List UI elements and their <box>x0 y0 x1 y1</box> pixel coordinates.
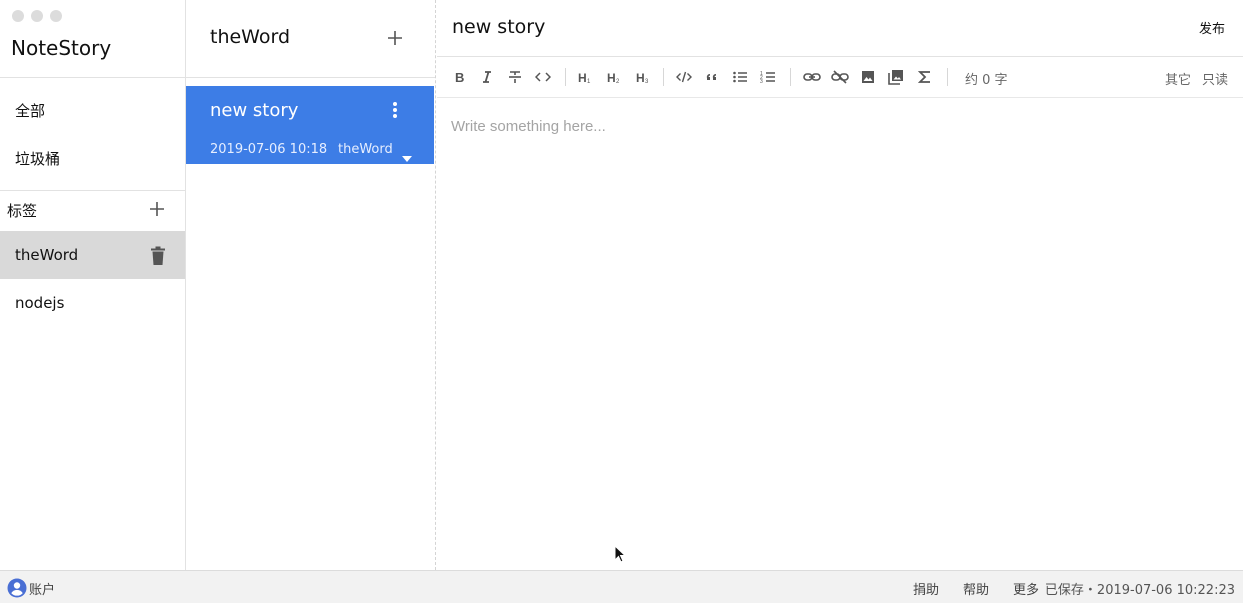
svg-text:H: H <box>607 71 616 84</box>
heading3-button[interactable]: H 3 <box>633 67 653 87</box>
plus-icon <box>150 202 164 216</box>
heading3-icon: H 3 <box>636 71 649 84</box>
editor-title[interactable]: new story <box>452 16 545 38</box>
divider <box>437 97 1243 98</box>
editor-toolbar: B H 1 H 2 H 3 1 2 3 约 0 字 其它 只读 <box>437 57 1243 97</box>
bold-icon: B <box>455 70 464 84</box>
account-button[interactable]: 账户 <box>7 578 55 598</box>
status-bar: 账户 捐助 帮助 更多 已保存・2019-07-06 10:22:23 <box>0 570 1243 603</box>
minimize-window-button[interactable] <box>31 10 43 22</box>
tag-label: nodejs <box>15 294 65 312</box>
image-button[interactable] <box>858 67 878 87</box>
note-tag-dropdown[interactable] <box>402 147 412 162</box>
word-count: 约 0 字 <box>965 73 1008 88</box>
inline-code-icon <box>535 72 551 82</box>
help-link[interactable]: 帮助 <box>963 579 989 598</box>
code-block-icon <box>676 71 692 83</box>
note-list-panel: theWord new story 2019-07-06 10:18 theWo… <box>186 0 436 570</box>
sidebar-item-all[interactable]: 全部 <box>15 100 45 121</box>
account-icon <box>7 578 27 598</box>
app-title: NoteStory <box>11 36 112 60</box>
note-list-item[interactable]: new story 2019-07-06 10:18 theWord <box>186 86 434 164</box>
heading2-icon: H 2 <box>607 71 620 84</box>
readonly-toggle[interactable]: 只读 <box>1202 69 1228 88</box>
add-note-button[interactable] <box>384 27 406 49</box>
note-menu-button[interactable] <box>390 101 400 121</box>
heading1-button[interactable]: H 1 <box>575 67 595 87</box>
bold-button[interactable]: B <box>449 67 469 87</box>
caret-down-icon <box>402 156 412 162</box>
heading2-button[interactable]: H 2 <box>604 67 624 87</box>
note-title: new story <box>210 100 299 121</box>
toolbar-separator <box>663 68 664 86</box>
other-menu-button[interactable]: 其它 <box>1165 69 1191 88</box>
tag-item-nodejs[interactable]: nodejs <box>0 279 185 327</box>
svg-text:3: 3 <box>645 79 649 84</box>
image-icon <box>862 71 874 83</box>
unlink-icon <box>831 70 849 84</box>
trash-icon <box>151 246 165 265</box>
gallery-button[interactable] <box>886 67 906 87</box>
toolbar-separator <box>947 68 948 86</box>
divider <box>0 77 186 78</box>
editor-panel: new story 发布 B H 1 H 2 H 3 1 2 3 约 0 字 其… <box>437 0 1243 570</box>
account-label: 账户 <box>29 582 56 598</box>
heading1-icon: H 1 <box>578 71 591 84</box>
mouse-cursor-icon <box>614 545 626 563</box>
delete-tag-button[interactable] <box>149 246 167 266</box>
note-tag: theWord <box>338 142 393 157</box>
plus-icon <box>388 31 402 45</box>
svg-text:B: B <box>455 70 464 84</box>
svg-text:3: 3 <box>760 79 763 84</box>
tags-header: 标签 <box>7 202 38 220</box>
tag-item-theword[interactable]: theWord <box>0 231 185 279</box>
divider <box>0 190 186 191</box>
zoom-window-button[interactable] <box>50 10 62 22</box>
italic-button[interactable] <box>477 67 497 87</box>
formula-button[interactable] <box>915 67 935 87</box>
sidebar: NoteStory 全部 垃圾桶 标签 theWord nodejs <box>0 0 186 570</box>
add-tag-button[interactable] <box>146 198 168 220</box>
strikethrough-button[interactable] <box>505 67 525 87</box>
svg-text:H: H <box>578 71 587 84</box>
italic-icon <box>483 71 491 83</box>
link-icon <box>803 73 821 81</box>
ordered-list-button[interactable]: 1 2 3 <box>758 67 778 87</box>
svg-text:H: H <box>636 71 645 84</box>
inline-code-button[interactable] <box>533 67 553 87</box>
bullet-list-button[interactable] <box>730 67 750 87</box>
svg-text:1: 1 <box>587 79 591 84</box>
link-button[interactable] <box>802 67 822 87</box>
save-status: 已保存・2019-07-06 10:22:23 <box>1044 583 1235 598</box>
quote-button[interactable] <box>702 67 722 87</box>
publish-button[interactable]: 发布 <box>1199 18 1225 37</box>
note-list-title: theWord <box>210 26 291 48</box>
more-vertical-icon <box>393 102 397 118</box>
svg-text:2: 2 <box>616 79 620 84</box>
window-controls <box>12 10 62 22</box>
app-window: NoteStory 全部 垃圾桶 标签 theWord nodejs theWo… <box>0 0 1243 603</box>
note-date: 2019-07-06 10:18 <box>210 142 328 157</box>
toolbar-separator <box>565 68 566 86</box>
sidebar-item-trash[interactable]: 垃圾桶 <box>15 148 60 169</box>
ordered-list-icon: 1 2 3 <box>760 71 775 84</box>
donate-link[interactable]: 捐助 <box>913 579 939 598</box>
sigma-icon <box>918 71 930 83</box>
quote-icon <box>706 73 716 80</box>
more-link[interactable]: 更多 <box>1013 579 1039 598</box>
editor-content-input[interactable] <box>451 114 1221 138</box>
strikethrough-icon <box>509 71 521 83</box>
tag-label: theWord <box>15 246 79 264</box>
toolbar-separator <box>790 68 791 86</box>
divider <box>186 77 435 78</box>
close-window-button[interactable] <box>12 10 24 22</box>
gallery-icon <box>888 70 903 85</box>
unlink-button[interactable] <box>830 67 850 87</box>
bullet-list-icon <box>733 71 747 83</box>
code-block-button[interactable] <box>674 67 694 87</box>
